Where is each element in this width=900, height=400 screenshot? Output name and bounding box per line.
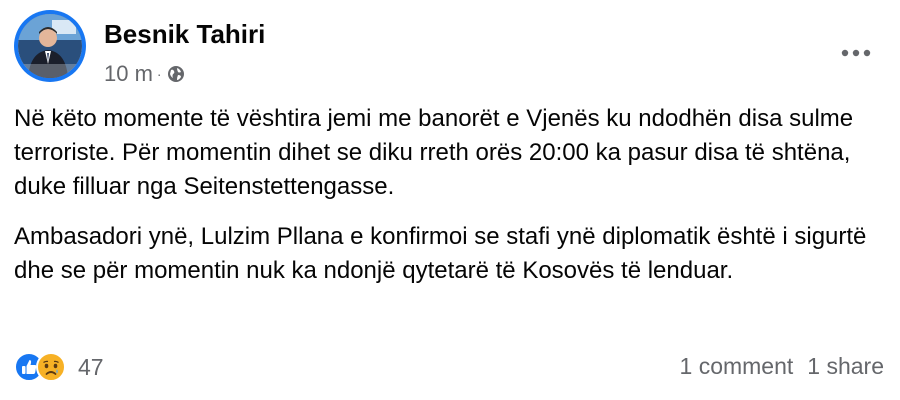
post-body: Në këto momente të vështira jemi me bano… <box>14 102 874 304</box>
shares-count-link[interactable]: 1 share <box>807 353 884 380</box>
post-timestamp[interactable]: 10 m <box>104 61 153 87</box>
meta-separator: · <box>156 66 162 82</box>
sad-icon <box>36 352 66 382</box>
post-meta: 10 m · <box>104 61 186 87</box>
author-name[interactable]: Besnik Tahiri <box>104 19 265 50</box>
post-paragraph: Në këto momente të vështira jemi me bano… <box>14 105 854 200</box>
avatar[interactable] <box>14 10 86 82</box>
reactions-summary[interactable]: 47 <box>14 350 104 384</box>
more-options-icon <box>841 49 871 57</box>
person-photo-icon <box>18 14 82 78</box>
post-paragraph: Ambasadori ynë, Lulzim Pllana e konfirmo… <box>14 223 867 284</box>
comments-count-link[interactable]: 1 comment <box>680 353 794 380</box>
post-header: Besnik Tahiri 10 m · <box>14 8 886 88</box>
reaction-count: 47 <box>78 353 104 380</box>
avatar-photo <box>18 14 82 78</box>
engagement-counts: 1 comment 1 share <box>680 353 884 380</box>
globe-icon[interactable] <box>166 64 186 84</box>
post-footer: 47 1 comment 1 share <box>14 348 884 388</box>
reaction-icons <box>14 350 70 384</box>
more-options-button[interactable] <box>838 41 874 65</box>
